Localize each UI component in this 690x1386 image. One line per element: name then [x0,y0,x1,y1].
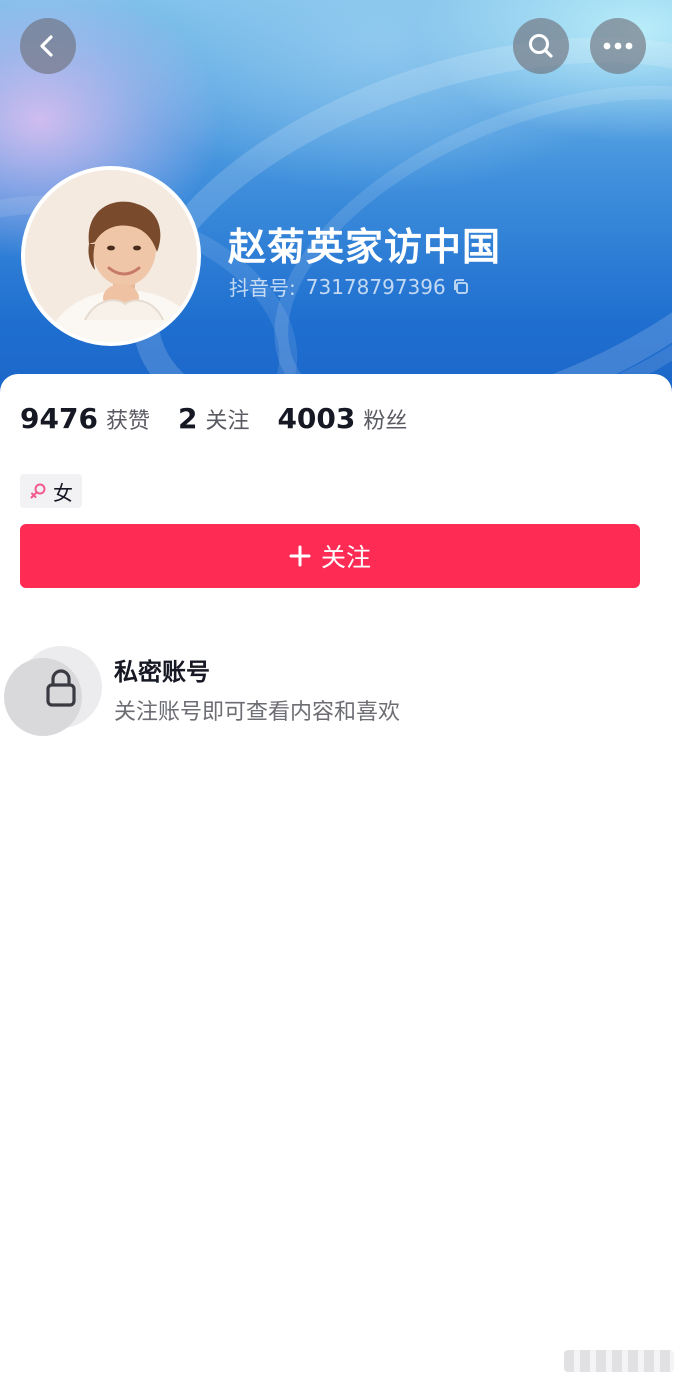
chevron-left-icon [40,35,53,57]
more-horizontal-icon [603,42,633,50]
profile-name: 赵菊英家访中国 [228,225,502,269]
stat-label: 粉丝 [363,409,408,434]
user-id-row[interactable]: 抖音号: 73178797396 [229,272,470,301]
follow-button[interactable]: 关注 [20,524,640,588]
private-account-description: 关注账号即可查看内容和喜欢 [114,700,401,725]
avatar-portrait [25,170,197,342]
stat-value: 9476 [20,402,98,435]
stat-label: 关注 [205,409,250,434]
gender-label: 女 [53,480,73,505]
user-id-label: 抖音号: [229,276,296,300]
user-id-value: 73178797396 [305,274,446,299]
private-account-badge [4,646,104,736]
stat-likes[interactable]: 9476 获赞 [20,402,150,435]
profile-page: 赵菊英家访中国 抖音号: 73178797396 9476 获赞 2 关注 40… [0,0,690,1386]
profile-banner: 赵菊英家访中国 抖音号: 73178797396 [0,0,672,400]
avatar[interactable] [21,166,201,346]
female-icon [30,483,46,499]
search-icon [529,34,553,58]
back-button[interactable] [20,18,76,74]
stat-label: 获赞 [105,409,150,434]
more-button[interactable] [590,18,646,74]
profile-stats: 9476 获赞 2 关注 4003 粉丝 [20,402,435,435]
stat-following[interactable]: 2 关注 [178,402,250,435]
private-account-title: 私密账号 [114,658,210,686]
stat-value: 4003 [277,402,356,435]
plus-icon [289,545,311,567]
stat-followers[interactable]: 4003 粉丝 [277,402,407,435]
stat-value: 2 [177,402,198,435]
watermark [564,1350,674,1372]
lock-icon [46,669,76,707]
search-button[interactable] [513,18,569,74]
gender-tag: 女 [20,474,82,508]
copy-icon[interactable] [452,278,470,296]
follow-button-label: 关注 [320,543,371,572]
